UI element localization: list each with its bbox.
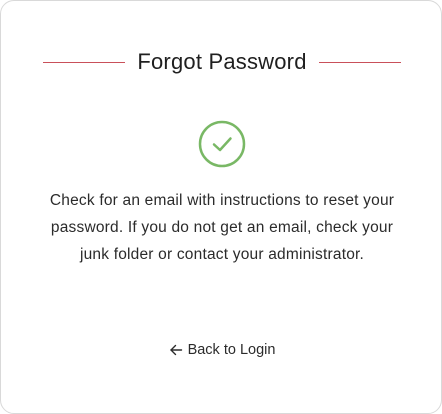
back-to-login-label: Back to Login — [187, 342, 276, 358]
check-circle-icon — [198, 120, 246, 168]
title-rule-left — [43, 61, 126, 63]
title-rule-right — [318, 61, 402, 63]
confirmation-message: Check for an email with instructions to … — [49, 192, 395, 263]
back-to-login-link[interactable]: Back to Login — [1, 338, 442, 362]
page-title: Forgot Password — [137, 49, 307, 74]
forgot-password-card: Forgot Password Check for an email with … — [0, 0, 442, 414]
title-row: Forgot Password — [43, 45, 402, 79]
arrow-left-icon — [169, 343, 183, 357]
